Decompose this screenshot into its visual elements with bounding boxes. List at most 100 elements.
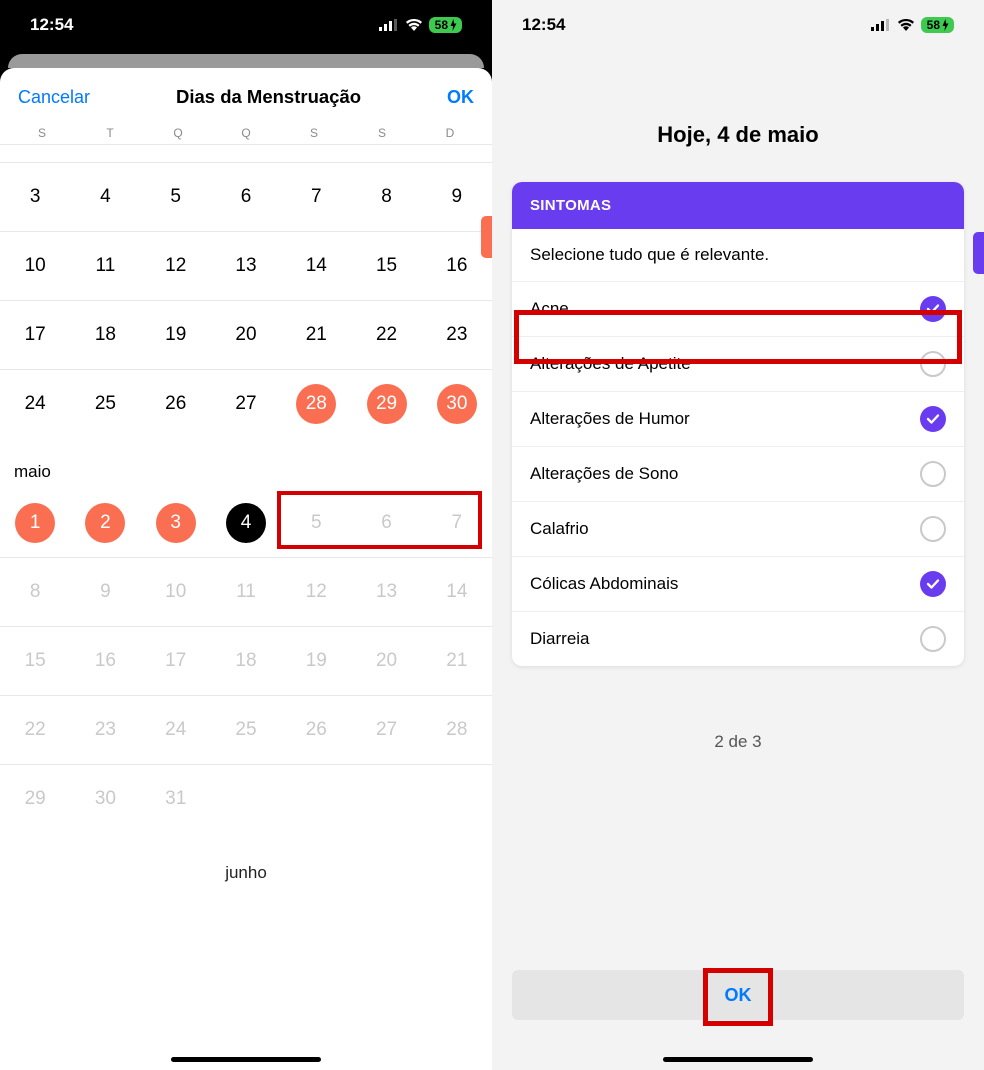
ok-button[interactable]: OK	[447, 87, 474, 108]
calendar-day[interactable]: 27	[351, 695, 421, 764]
calendar-day[interactable]: 24	[0, 369, 70, 438]
calendar-day[interactable]	[351, 144, 421, 162]
calendar-day[interactable]: 13	[351, 557, 421, 626]
highlight-acne-row	[514, 310, 962, 364]
signal-icon	[379, 19, 399, 31]
calendar-day[interactable]	[0, 144, 70, 162]
background-card	[8, 54, 484, 68]
home-indicator[interactable]	[663, 1057, 813, 1062]
calendar-day[interactable]: 17	[141, 626, 211, 695]
calendar-day[interactable]: 25	[70, 369, 140, 438]
calendar-day[interactable]: 21	[281, 300, 351, 369]
calendar-day[interactable]: 8	[351, 162, 421, 231]
calendar-day[interactable]: 11	[70, 231, 140, 300]
day-of-week-header: S T Q Q S S D	[0, 122, 492, 144]
calendar-day[interactable]: 8	[0, 557, 70, 626]
calendar-day[interactable]	[141, 144, 211, 162]
calendar-day[interactable]: 7	[422, 488, 492, 557]
calendar-day-period[interactable]: 3	[141, 488, 211, 557]
calendar-day[interactable]: 26	[281, 695, 351, 764]
calendar-day[interactable]: 16	[70, 626, 140, 695]
calendar-day[interactable]: 20	[351, 626, 421, 695]
signal-icon	[871, 19, 891, 31]
calendar-day[interactable]: 26	[141, 369, 211, 438]
calendar-day[interactable]: 6	[211, 162, 281, 231]
calendar-day[interactable]: 21	[422, 626, 492, 695]
calendar-day[interactable]: 19	[141, 300, 211, 369]
symptom-row[interactable]: Diarreia	[512, 612, 964, 666]
calendar-day[interactable]	[281, 764, 351, 833]
symptom-label: Alterações de Humor	[530, 409, 690, 429]
calendar-day[interactable]	[281, 144, 351, 162]
calendar-day[interactable]: 14	[422, 557, 492, 626]
calendar-day[interactable]: 10	[141, 557, 211, 626]
calendar-day[interactable]: 30	[70, 764, 140, 833]
symptom-row[interactable]: Cólicas Abdominais	[512, 557, 964, 612]
calendar-day[interactable]	[211, 144, 281, 162]
sheet-header: Cancelar Dias da Menstruação OK	[0, 68, 492, 122]
calendar-day-period[interactable]: 29	[351, 369, 421, 438]
calendar-day[interactable]: 12	[281, 557, 351, 626]
calendar-day[interactable]: 18	[70, 300, 140, 369]
calendar-day[interactable]: 10	[0, 231, 70, 300]
battery-icon: 58	[429, 17, 462, 33]
symptom-label: Cólicas Abdominais	[530, 574, 678, 594]
symptom-row[interactable]: Alterações de Sono	[512, 447, 964, 502]
calendar-day[interactable]	[351, 764, 421, 833]
calendar-day[interactable]: 28	[422, 695, 492, 764]
calendar-day[interactable]: 25	[211, 695, 281, 764]
month-label: junho	[0, 833, 492, 889]
calendar-day[interactable]: 22	[0, 695, 70, 764]
calendar-day[interactable]: 13	[211, 231, 281, 300]
home-indicator[interactable]	[171, 1057, 321, 1062]
sheet-title: Dias da Menstruação	[176, 86, 361, 108]
symptom-row[interactable]: Calafrio	[512, 502, 964, 557]
status-icons: 58	[379, 17, 462, 33]
calendar-day[interactable]: 17	[0, 300, 70, 369]
status-time: 12:54	[30, 15, 73, 35]
calendar-day[interactable]: 20	[211, 300, 281, 369]
calendar-day[interactable]: 5	[281, 488, 351, 557]
calendar-day[interactable]: 9	[70, 557, 140, 626]
calendar-day-today[interactable]: 4	[211, 488, 281, 557]
calendar-day[interactable]: 7	[281, 162, 351, 231]
calendar-day[interactable]: 24	[141, 695, 211, 764]
calendar-day[interactable]	[422, 764, 492, 833]
page-indicator: 2 de 3	[492, 732, 984, 752]
calendar-day[interactable]: 6	[351, 488, 421, 557]
calendar-day-period[interactable]: 2	[70, 488, 140, 557]
calendar-day[interactable]: 14	[281, 231, 351, 300]
calendar-day[interactable]: 5	[141, 162, 211, 231]
calendar-day[interactable]	[70, 144, 140, 162]
calendar-day[interactable]: 29	[0, 764, 70, 833]
status-bar: 12:54 58	[0, 0, 492, 50]
calendar-day[interactable]: 23	[70, 695, 140, 764]
calendar-day[interactable]	[211, 764, 281, 833]
calendar-day[interactable]: 15	[351, 231, 421, 300]
calendar-day[interactable]: 12	[141, 231, 211, 300]
calendar-scroll[interactable]: 3 4 5 6 7 8 9 10 11 12 13 14 15 16	[0, 144, 492, 1070]
cancel-button[interactable]: Cancelar	[18, 87, 90, 108]
battery-icon: 58	[921, 17, 954, 33]
check-icon	[920, 406, 946, 432]
calendar-day-period[interactable]: 28	[281, 369, 351, 438]
calendar-day[interactable]: 18	[211, 626, 281, 695]
calendar-day[interactable]: 4	[70, 162, 140, 231]
calendar-day[interactable]: 31	[141, 764, 211, 833]
check-icon	[920, 461, 946, 487]
calendar-day[interactable]: 15	[0, 626, 70, 695]
calendar-day[interactable]: 3	[0, 162, 70, 231]
calendar-day[interactable]	[422, 144, 492, 162]
calendar-day[interactable]: 22	[351, 300, 421, 369]
symptom-row[interactable]: Alterações de Humor	[512, 392, 964, 447]
calendar-day[interactable]: 27	[211, 369, 281, 438]
calendar-day-period[interactable]: 30	[422, 369, 492, 438]
calendar-day[interactable]: 23	[422, 300, 492, 369]
side-accent-tab	[481, 216, 492, 258]
calendar-day[interactable]: 19	[281, 626, 351, 695]
status-bar: 12:54 58	[492, 0, 984, 50]
calendar-day-period[interactable]: 1	[0, 488, 70, 557]
calendar-day[interactable]: 11	[211, 557, 281, 626]
page-title: Hoje, 4 de maio	[492, 122, 984, 148]
highlight-ok-button	[703, 968, 773, 1026]
